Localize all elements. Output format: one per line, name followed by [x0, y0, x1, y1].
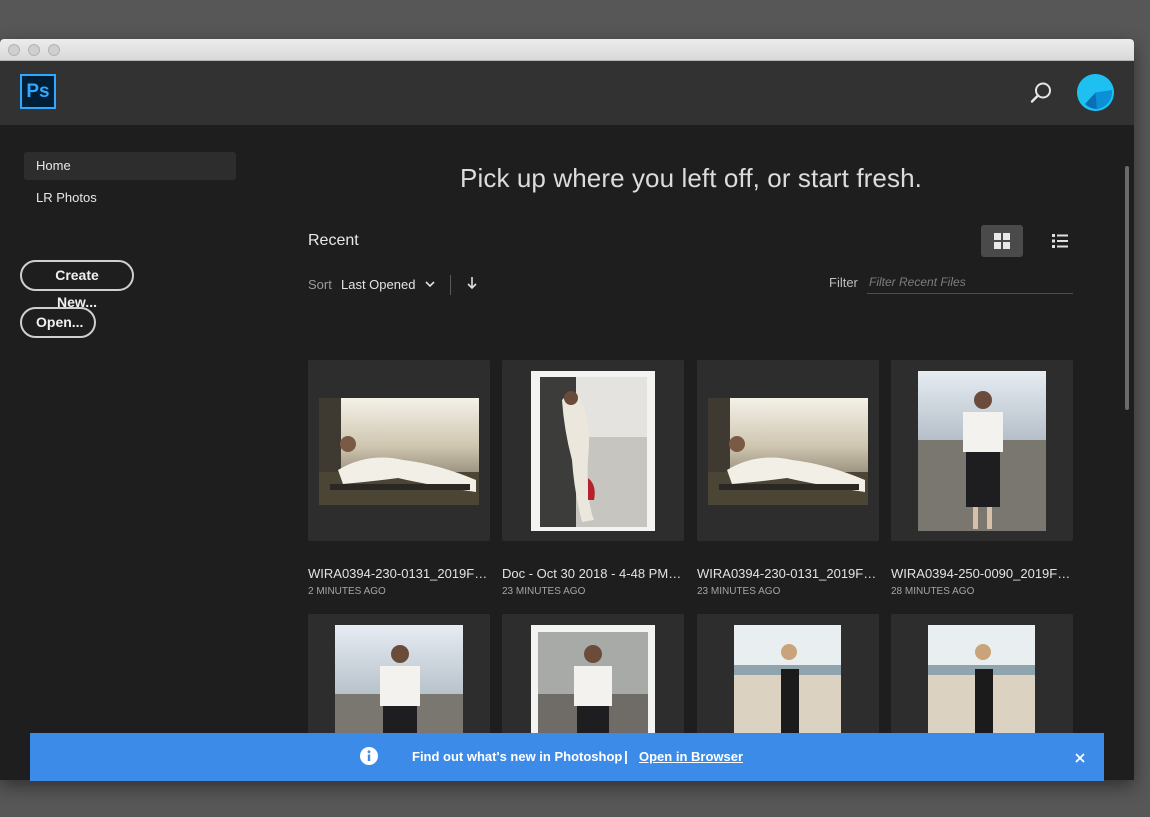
grid-view-icon — [994, 233, 1010, 249]
file-thumbnail[interactable] — [697, 360, 879, 541]
file-time: 2 MINUTES AGO — [308, 586, 386, 597]
search-icon — [1030, 82, 1051, 103]
file-thumbnail[interactable] — [308, 360, 490, 541]
filter-label: Filter — [829, 275, 858, 290]
photo-thumbnail-image — [708, 398, 868, 505]
banner-separator: | — [624, 748, 628, 764]
minimize-window-button[interactable] — [28, 44, 40, 56]
sort-dropdown[interactable]: Last Opened — [341, 277, 415, 292]
file-time: 23 MINUTES AGO — [502, 586, 586, 597]
list-view-button[interactable] — [1039, 225, 1081, 257]
scrollbar[interactable] — [1125, 166, 1129, 410]
main-content: Pick up where you left off, or start fre… — [248, 125, 1134, 780]
info-icon — [360, 747, 378, 765]
photo-thumbnail-image — [531, 371, 655, 531]
banner-message: Find out what's new in Photoshop — [412, 749, 623, 764]
search-button[interactable] — [1028, 80, 1054, 106]
file-thumbnail[interactable] — [891, 360, 1073, 541]
app-header: Ps — [0, 61, 1134, 125]
open-in-browser-link[interactable]: Open in Browser — [639, 749, 743, 764]
user-avatar[interactable] — [1077, 74, 1114, 111]
sort-label: Sort — [308, 277, 332, 292]
sidebar: Home LR Photos Create New... Open... — [0, 125, 248, 780]
file-thumbnail[interactable] — [502, 360, 684, 541]
photo-thumbnail-image — [918, 371, 1046, 531]
create-new-button[interactable]: Create New... — [20, 260, 134, 310]
photoshop-logo: Ps — [20, 74, 56, 109]
grid-view-button[interactable] — [981, 225, 1023, 257]
chevron-down-icon[interactable] — [424, 278, 436, 290]
zoom-window-button[interactable] — [48, 44, 60, 56]
recent-title: Recent — [308, 232, 359, 249]
avatar-graphic — [1077, 74, 1114, 111]
photo-thumbnail-image — [319, 398, 479, 505]
title-bar — [0, 39, 1134, 61]
sidebar-item-lr-photos[interactable]: LR Photos — [24, 184, 236, 212]
file-name: WIRA0394-230-0131_2019FC_... — [697, 566, 879, 581]
file-time: 23 MINUTES AGO — [697, 586, 781, 597]
sidebar-item-home[interactable]: Home — [24, 152, 236, 180]
file-time: 28 MINUTES AGO — [891, 586, 975, 597]
close-window-button[interactable] — [8, 44, 20, 56]
sort-divider — [450, 275, 451, 295]
file-name: WIRA0394-230-0131_2019FC_... — [308, 566, 490, 581]
list-view-icon — [1052, 234, 1068, 248]
app-window: Ps Home LR Photos Create New... Open... … — [0, 39, 1134, 780]
open-button[interactable]: Open... — [20, 307, 96, 338]
close-icon[interactable] — [1074, 752, 1086, 764]
page-headline: Pick up where you left off, or start fre… — [460, 163, 922, 193]
arrow-down-icon[interactable] — [466, 276, 478, 290]
whats-new-banner: Find out what's new in Photoshop | Open … — [30, 733, 1104, 781]
filter-input[interactable] — [867, 270, 1073, 294]
file-name: WIRA0394-250-0090_2019FC... — [891, 566, 1073, 581]
file-name: Doc - Oct 30 2018 - 4-48 PM_... — [502, 566, 684, 581]
